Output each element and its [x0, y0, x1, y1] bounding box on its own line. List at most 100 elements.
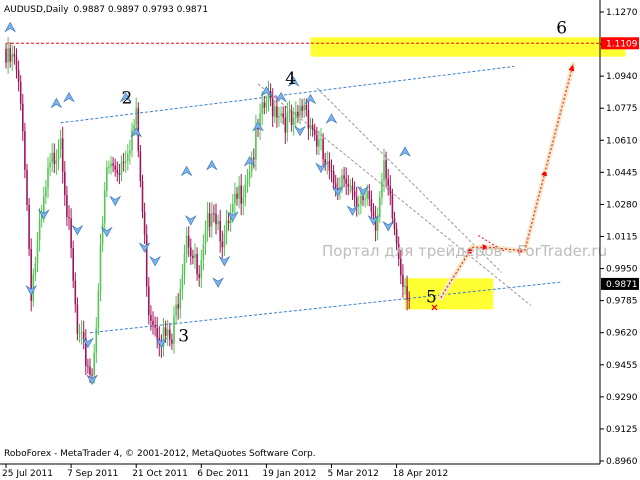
candle-body: [334, 183, 337, 188]
candle-body: [106, 167, 108, 191]
y-tick-label: 0.9785: [606, 297, 638, 307]
candle-body: [286, 111, 289, 133]
candle-body: [177, 304, 179, 309]
y-tick-label: 1.0775: [606, 104, 638, 114]
candle-body: [284, 117, 287, 133]
candle-body: [143, 211, 146, 235]
candle-body: [271, 98, 274, 117]
candle-body: [45, 187, 47, 197]
candle-body: [133, 125, 135, 130]
candle-body: [255, 126, 257, 160]
candle-body: [34, 263, 37, 275]
candle-body: [196, 253, 198, 275]
candle-body: [238, 185, 240, 199]
candle-body: [28, 204, 30, 249]
candle-body: [187, 235, 190, 248]
candle-body: [383, 160, 385, 181]
x-tick-label: 25 Jul 2011: [2, 469, 53, 479]
candle-body: [179, 288, 182, 309]
candle-body: [274, 106, 276, 117]
candle-body: [19, 81, 22, 104]
candle-body: [80, 331, 83, 333]
candle-body: [7, 48, 9, 63]
candle-body: [366, 191, 368, 200]
candle-body: [64, 171, 66, 196]
y-tick-label: 0.9290: [606, 393, 638, 403]
candle-body: [292, 118, 295, 125]
ohlc-values: 0.9887 0.9897 0.9793 0.9871: [74, 5, 209, 15]
candle-body: [36, 240, 39, 264]
candle-body: [326, 161, 329, 165]
candle-body: [15, 56, 18, 71]
candle-body: [51, 152, 53, 163]
candle-body: [227, 220, 230, 223]
candle-body: [358, 204, 360, 207]
candle-body: [320, 138, 322, 140]
candle-body: [175, 304, 177, 317]
candle-body: [309, 125, 312, 129]
candle-body: [89, 366, 91, 375]
candle-body: [311, 125, 314, 130]
candle-body: [101, 223, 104, 245]
candle-body: [244, 183, 247, 198]
candle-body: [103, 190, 106, 224]
candle-body: [263, 102, 266, 108]
candle-body: [362, 195, 364, 201]
candle-body: [341, 175, 343, 187]
candle-body: [129, 150, 131, 154]
candle-body: [76, 304, 79, 334]
candle-body: [280, 113, 282, 117]
candle-body: [322, 138, 324, 160]
candle-body: [246, 177, 249, 184]
wave-label: 3: [178, 326, 189, 346]
candle-body: [278, 116, 280, 118]
y-tick-label: 1.0445: [606, 168, 638, 178]
candle-body: [290, 111, 293, 125]
candle-body: [74, 280, 77, 305]
candle-body: [295, 111, 297, 119]
candle-body: [351, 186, 354, 192]
candle-body: [82, 331, 85, 339]
candle-body: [387, 178, 389, 186]
candle-body: [316, 134, 318, 147]
candle-body: [156, 327, 158, 338]
candle-body: [112, 163, 114, 166]
candle-body: [330, 170, 333, 172]
candle-body: [131, 129, 133, 151]
candle-body: [118, 173, 121, 175]
candle-body: [364, 199, 366, 201]
candle-body: [404, 286, 406, 288]
candle-body: [26, 169, 28, 205]
candle-body: [183, 254, 186, 276]
candle-body: [122, 161, 125, 163]
candle-body: [332, 171, 335, 184]
candle-body: [208, 213, 211, 227]
y-tick-label: 0.9950: [606, 265, 638, 275]
candle-body: [124, 160, 127, 163]
candle-body: [164, 327, 167, 337]
candle-body: [299, 106, 301, 116]
candle-body: [91, 374, 93, 376]
candle-body: [225, 220, 228, 234]
candle-body: [97, 290, 100, 328]
candle-body: [379, 197, 381, 217]
candle-body: [11, 53, 14, 62]
price-label: 1.1109: [606, 39, 638, 49]
candle-body: [150, 315, 152, 321]
candle-body: [17, 70, 20, 82]
candle-body: [190, 247, 192, 256]
candle-body: [318, 139, 320, 147]
candle-body: [282, 113, 284, 118]
candle-body: [38, 219, 41, 241]
candle-body: [236, 193, 238, 199]
wave-label: 5: [426, 288, 437, 308]
y-tick-label: 0.8960: [606, 457, 638, 467]
y-tick-label: 1.1270: [606, 8, 638, 18]
y-tick-label: 1.0940: [606, 72, 638, 82]
x-tick-label: 7 Sep 2011: [67, 469, 118, 479]
candle-body: [95, 327, 98, 353]
y-tick-label: 1.0115: [606, 233, 638, 243]
candle-body: [108, 167, 110, 169]
x-tick-label: 19 Jan 2012: [262, 469, 316, 479]
candle-body: [372, 211, 375, 217]
